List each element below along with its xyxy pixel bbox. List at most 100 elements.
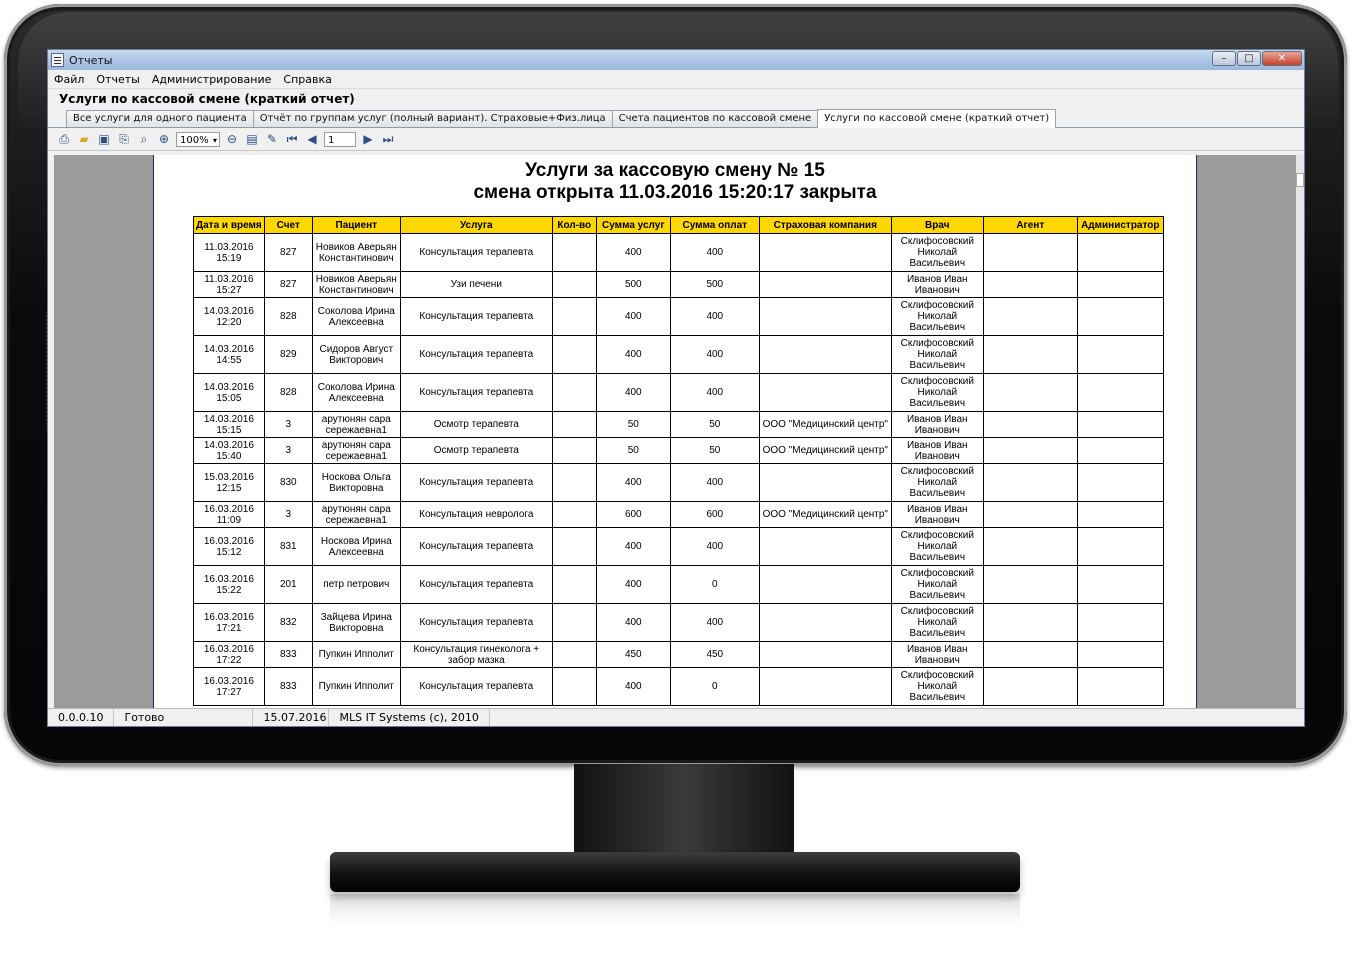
menu-file[interactable]: Файл [48, 73, 90, 86]
table-cell: 828 [263, 297, 313, 336]
table-cell: 828 [263, 373, 313, 412]
table-cell [758, 335, 892, 374]
table-cell: 400 [669, 527, 760, 566]
menu-reports[interactable]: Отчеты [90, 73, 145, 86]
table-cell: Сидоров Август Викторович [311, 335, 401, 374]
table-cell: 400 [595, 603, 671, 642]
table-cell [982, 373, 1078, 412]
menu-help[interactable]: Справка [277, 73, 337, 86]
last-page-icon[interactable]: ⏭ [380, 131, 396, 147]
column-header: Дата и время [193, 216, 265, 234]
maximize-button[interactable]: □ [1237, 51, 1261, 66]
print-icon[interactable]: ⎙ [56, 131, 72, 147]
table-cell [982, 565, 1078, 604]
table-cell: Пупкин Ипполит [311, 641, 401, 668]
table-cell: 16.03.2016 15:12 [193, 527, 265, 566]
column-header: Кол-во [551, 216, 597, 234]
column-header: Услуга [399, 216, 553, 234]
table-cell [982, 335, 1078, 374]
menu-admin[interactable]: Администрирование [146, 73, 278, 86]
table-cell: Узи печени [399, 271, 553, 298]
book-icon[interactable]: ▤ [244, 131, 260, 147]
table-cell [758, 373, 892, 412]
table-cell: Склифосовский Николай Васильевич [890, 297, 984, 336]
table-cell [758, 603, 892, 642]
table-cell: 830 [263, 463, 313, 502]
table-cell [758, 233, 892, 272]
tab-patient-invoices[interactable]: Счета пациентов по кассовой смене [611, 110, 819, 127]
minimize-button[interactable]: – [1212, 51, 1236, 66]
save-icon[interactable]: ▣ [96, 131, 112, 147]
table-cell: 15.03.2016 12:15 [193, 463, 265, 502]
open-folder-icon[interactable]: ▰ [76, 131, 92, 147]
table-cell [551, 297, 597, 336]
report-preview[interactable]: Услуги за кассовую смену № 15 смена откр… [54, 155, 1300, 710]
table-cell: ООО "Медицинский центр" [758, 437, 892, 464]
table-cell [758, 565, 892, 604]
find-icon[interactable]: ⌕ [136, 131, 152, 147]
tab-service-groups[interactable]: Отчёт по группам услуг (полный вариант).… [252, 110, 613, 127]
table-cell: 827 [263, 233, 313, 272]
scrollbar-thumb[interactable] [1296, 173, 1304, 187]
table-cell [758, 667, 892, 706]
close-button[interactable]: ✕ [1262, 51, 1302, 66]
table-cell: 201 [263, 565, 313, 604]
table-cell: 14.03.2016 15:05 [193, 373, 265, 412]
zoom-icon[interactable]: ⊕ [156, 131, 172, 147]
column-header: Счет [263, 216, 313, 234]
tab-shift-services-short[interactable]: Услуги по кассовой смене (краткий отчет) [817, 109, 1057, 128]
zoom-select[interactable]: 100% ▾ [176, 131, 220, 147]
table-cell [551, 501, 597, 528]
table-cell [551, 437, 597, 464]
vertical-scrollbar[interactable] [1296, 155, 1304, 710]
edit-icon[interactable]: ✎ [264, 131, 280, 147]
table-cell [1076, 641, 1164, 668]
table-cell [982, 641, 1078, 668]
monitor-stand [330, 852, 1020, 892]
table-cell: 400 [669, 373, 760, 412]
prev-page-icon[interactable]: ◀ [304, 131, 320, 147]
report-page: Услуги за кассовую смену № 15 смена откр… [153, 155, 1197, 710]
column-header: Страховая компания [758, 216, 892, 234]
table-cell: 50 [669, 411, 760, 438]
table-cell: 450 [595, 641, 671, 668]
table-cell: 50 [595, 437, 671, 464]
table-cell: 833 [263, 641, 313, 668]
table-cell [982, 233, 1078, 272]
table-cell: 0 [669, 667, 760, 706]
table-cell: Соколова Ирина Алексеевна [311, 373, 401, 412]
first-page-icon[interactable]: ⏮ [284, 131, 300, 147]
table-cell: 14.03.2016 12:20 [193, 297, 265, 336]
table-cell: 400 [669, 603, 760, 642]
table-cell: 400 [595, 667, 671, 706]
table-cell: 833 [263, 667, 313, 706]
next-page-icon[interactable]: ▶ [360, 131, 376, 147]
table-cell [982, 667, 1078, 706]
table-cell: 14.03.2016 15:40 [193, 437, 265, 464]
table-cell: 400 [669, 297, 760, 336]
table-cell: арутюнян сара сережаевна1 [311, 411, 401, 438]
monitor-neck [574, 764, 794, 856]
table-cell: 400 [669, 463, 760, 502]
tab-all-services-patient[interactable]: Все услуги для одного пациента [66, 110, 254, 127]
document-subtitle: смена открыта 11.03.2016 15:20:17 закрыт… [473, 182, 877, 203]
table-cell: 450 [669, 641, 760, 668]
page-number-input[interactable]: 1 [324, 131, 356, 147]
table-cell: 400 [669, 335, 760, 374]
status-copyright: MLS IT Systems (c), 2010 [329, 709, 490, 726]
table-cell: 400 [595, 463, 671, 502]
zoom-out-icon[interactable]: ⊖ [224, 131, 240, 147]
table-cell: 50 [595, 411, 671, 438]
export-icon[interactable]: ⎘ [116, 131, 132, 147]
column-header: Сумма оплат [669, 216, 760, 234]
table-cell [551, 233, 597, 272]
column-header: Пациент [311, 216, 401, 234]
preview-toolbar: ⎙ ▰ ▣ ⎘ ⌕ ⊕ 100% ▾ ⊖ ▤ ✎ ⏮ ◀ 1 ▶ ⏭ [48, 128, 1304, 151]
table-cell: арутюнян сара сережаевна1 [311, 437, 401, 464]
table-cell: 14.03.2016 14:55 [193, 335, 265, 374]
table-row: 16.03.2016 15:12 831 Носкова Ирина Алексее… [193, 527, 1164, 566]
table-cell [1076, 437, 1164, 464]
table-cell: петр петрович [311, 565, 401, 604]
report-table: Дата и время Счет Пациент Услуга Кол-во Сумма… [193, 216, 1164, 706]
table-cell [982, 437, 1078, 464]
